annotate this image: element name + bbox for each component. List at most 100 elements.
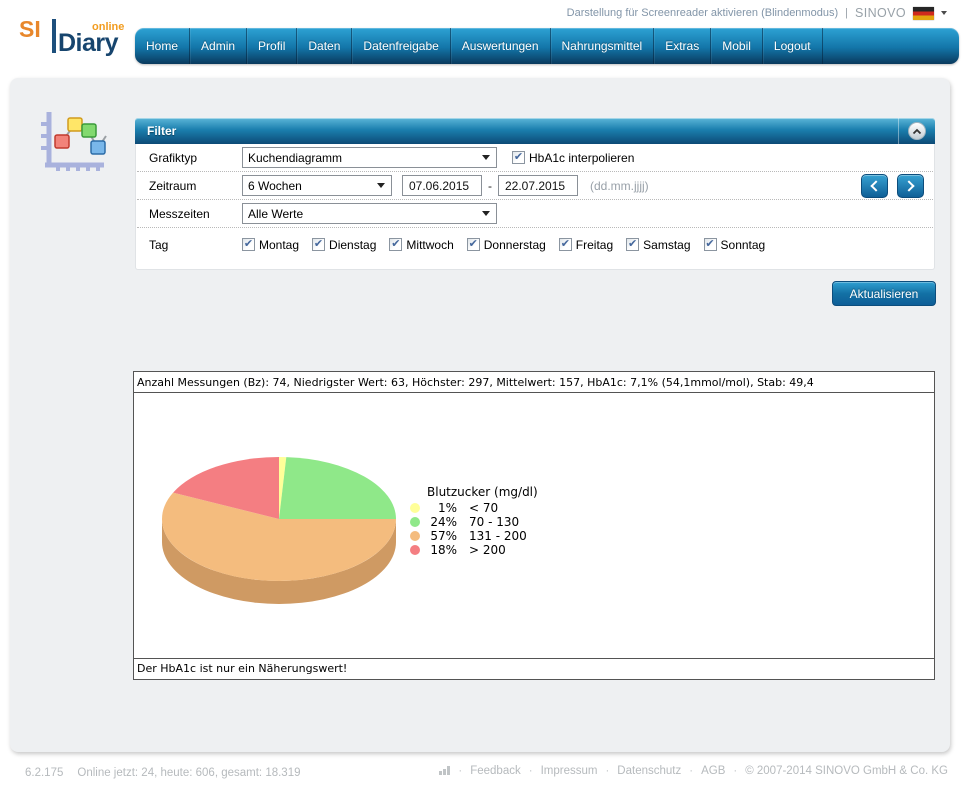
nav-tab-extras[interactable]: Extras	[654, 28, 711, 64]
online-stats: Online jetzt: 24, heute: 606, gesamt: 18…	[77, 767, 300, 779]
checkbox-checked-icon	[626, 238, 639, 251]
chart-stats-line: Anzahl Messungen (Bz): 74, Niedrigster W…	[134, 372, 934, 393]
nav-tab-admin[interactable]: Admin	[190, 28, 247, 64]
legend-range: > 200	[469, 543, 506, 557]
checkbox-label: Samstag	[643, 238, 690, 252]
date-to-input[interactable]	[498, 175, 578, 196]
footer-separator: ·	[458, 765, 462, 777]
hba1c-checkbox-label: HbA1c interpolieren	[529, 151, 634, 165]
checkbox-samstag[interactable]: Samstag	[626, 238, 690, 252]
logo-online-text: online	[92, 21, 124, 33]
filter-row-zeitraum: Zeitraum 6 Wochen - (dd.mm.jjjj)	[137, 172, 933, 200]
checkbox-donnerstag[interactable]: Donnerstag	[467, 238, 546, 252]
chevron-right-icon	[903, 180, 914, 191]
messzeiten-select[interactable]: Alle Werte	[242, 203, 497, 224]
collapse-panel-button[interactable]	[908, 122, 926, 140]
chevron-down-icon[interactable]	[941, 11, 947, 15]
plot-area: Blutzucker (mg/dl) 1% < 70 24% 70 - 130 …	[134, 393, 934, 641]
dropdown-arrow-icon	[377, 183, 385, 188]
filter-body: Grafiktyp Kuchendiagramm HbA1c interpoli…	[135, 144, 935, 270]
checkbox-checked-icon	[312, 238, 325, 251]
chart-type-icon	[38, 108, 112, 177]
hba1c-interpolate-checkbox[interactable]: HbA1c interpolieren	[512, 151, 634, 165]
nav-tab-profil[interactable]: Profil	[247, 28, 297, 64]
sinovo-brand-label: SINOVO	[855, 6, 906, 20]
filter-title: Filter	[135, 124, 176, 138]
legend-range: 70 - 130	[469, 515, 519, 529]
next-period-button[interactable]	[897, 174, 924, 198]
nav-tab-nahrungsmittel[interactable]: Nahrungsmittel	[551, 28, 655, 64]
topbar-separator: |	[845, 7, 848, 19]
checkbox-label: Freitag	[576, 238, 613, 252]
footer-link-impressum[interactable]: Impressum	[541, 765, 598, 777]
nav-tab-home[interactable]: Home	[135, 28, 190, 64]
grafiktyp-select[interactable]: Kuchendiagramm	[242, 147, 497, 168]
nav-tab-daten[interactable]: Daten	[297, 28, 352, 64]
footer-separator: ·	[529, 765, 533, 777]
checkbox-montag[interactable]: Montag	[242, 238, 299, 252]
footer-separator: ·	[733, 765, 737, 777]
zeitraum-selected-value: 6 Wochen	[248, 179, 302, 193]
nav-tab-logout[interactable]: Logout	[763, 28, 823, 64]
nav-tab-auswertungen[interactable]: Auswertungen	[451, 28, 551, 64]
chevron-left-icon	[870, 180, 881, 191]
legend-item: 18% > 200	[410, 543, 538, 557]
logo-si-text: SI	[19, 16, 41, 43]
checkbox-freitag[interactable]: Freitag	[559, 238, 613, 252]
dropdown-arrow-icon	[482, 155, 490, 160]
chart-area: Anzahl Messungen (Bz): 74, Niedrigster W…	[133, 371, 935, 680]
legend-dot-orange	[410, 531, 420, 541]
footer-separator: ·	[689, 765, 693, 777]
checkbox-dienstag[interactable]: Dienstag	[312, 238, 376, 252]
legend-item: 57% 131 - 200	[410, 529, 538, 543]
german-flag-icon[interactable]	[913, 7, 934, 20]
app-window: Darstellung für Screenreader aktivieren …	[0, 0, 971, 793]
sidiary-logo[interactable]: SI Diary online	[12, 16, 124, 68]
legend-dot-yellow	[410, 503, 420, 513]
legend-percent: 1%	[420, 501, 457, 515]
checkbox-checked-icon	[467, 238, 480, 251]
legend-percent: 57%	[420, 529, 457, 543]
previous-period-button[interactable]	[861, 174, 888, 198]
day-checkbox-group: Montag Dienstag Mittwoch Donnerstag Frei…	[242, 238, 765, 252]
footer-link-agb[interactable]: AGB	[701, 765, 725, 777]
filter-header: Filter	[135, 118, 935, 144]
stats-bars-icon	[439, 766, 450, 776]
footer-status: 6.2.175 Online jetzt: 24, heute: 606, ge…	[25, 767, 301, 779]
chevron-up-icon	[912, 128, 922, 135]
checkbox-mittwoch[interactable]: Mittwoch	[389, 238, 453, 252]
nav-tab-datenfreigabe[interactable]: Datenfreigabe	[352, 28, 450, 64]
checkbox-checked-icon	[512, 151, 525, 164]
chart-note: Der HbA1c ist nur ein Näherungswert!	[134, 658, 934, 679]
top-utility-bar: Darstellung für Screenreader aktivieren …	[567, 5, 947, 21]
checkbox-checked-icon	[704, 238, 717, 251]
filter-row-tag: Tag Montag Dienstag Mittwoch Donnerstag …	[137, 229, 933, 260]
nav-tab-mobil[interactable]: Mobil	[711, 28, 763, 64]
chart-legend: Blutzucker (mg/dl) 1% < 70 24% 70 - 130 …	[410, 485, 538, 557]
filter-row-grafiktyp: Grafiktyp Kuchendiagramm HbA1c interpoli…	[137, 144, 933, 172]
checkbox-label: Sonntag	[721, 238, 766, 252]
legend-range: < 70	[469, 501, 498, 515]
messzeiten-label: Messzeiten	[149, 207, 242, 221]
legend-dot-green	[410, 517, 420, 527]
date-from-input[interactable]	[402, 175, 482, 196]
zeitraum-select[interactable]: 6 Wochen	[242, 175, 392, 196]
footer-link-feedback[interactable]: Feedback	[470, 765, 521, 777]
messzeiten-selected-value: Alle Werte	[248, 207, 303, 221]
footer-separator: ·	[605, 765, 609, 777]
footer-links: · Feedback · Impressum · Datenschutz · A…	[439, 765, 948, 777]
screenreader-mode-link[interactable]: Darstellung für Screenreader aktivieren …	[567, 7, 838, 19]
zeitraum-label: Zeitraum	[149, 179, 242, 193]
aktualisieren-button[interactable]: Aktualisieren	[832, 281, 936, 306]
legend-range: 131 - 200	[469, 529, 527, 543]
date-format-hint: (dd.mm.jjjj)	[590, 179, 649, 193]
period-nav-buttons	[861, 174, 924, 198]
content-panel: Filter Grafiktyp Kuchendiagramm	[10, 78, 950, 752]
footer-link-datenschutz[interactable]: Datenschutz	[617, 765, 681, 777]
app-version: 6.2.175	[25, 767, 63, 779]
checkbox-sonntag[interactable]: Sonntag	[704, 238, 766, 252]
legend-percent: 24%	[420, 515, 457, 529]
checkbox-label: Montag	[259, 238, 299, 252]
checkbox-label: Donnerstag	[484, 238, 546, 252]
copyright: © 2007-2014 SINOVO GmbH & Co. KG	[745, 765, 948, 777]
